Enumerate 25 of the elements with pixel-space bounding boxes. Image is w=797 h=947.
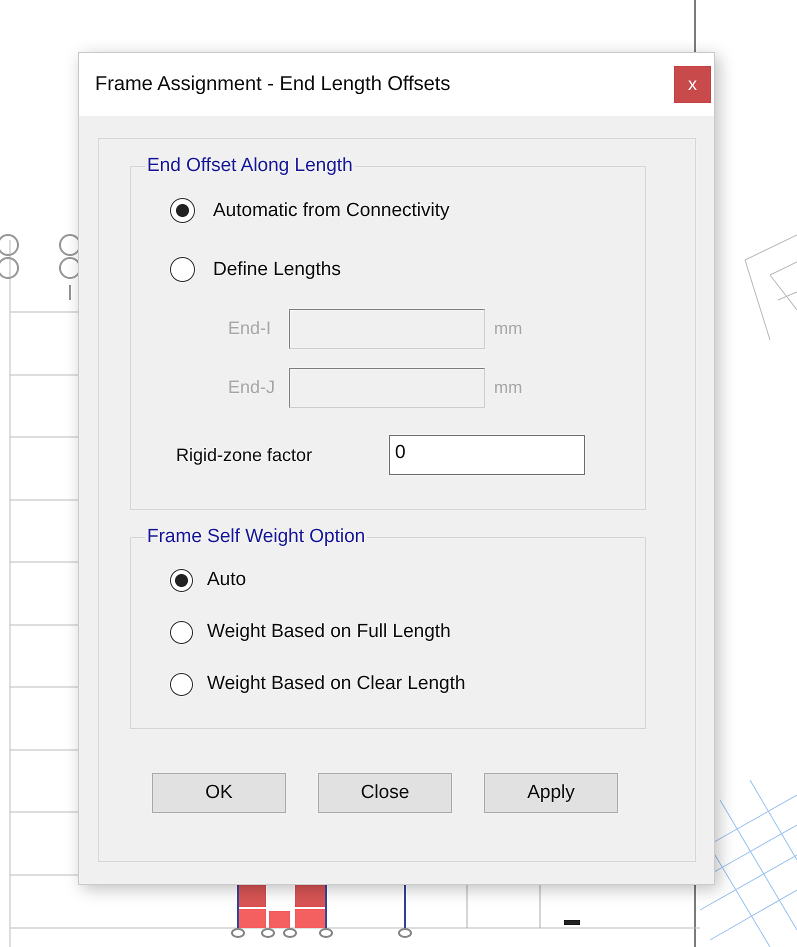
radio-label: Weight Based on Full Length (207, 621, 451, 643)
radio-button[interactable] (170, 568, 193, 592)
radio-button[interactable] (170, 257, 195, 282)
dialog-button[interactable]: Apply (484, 773, 618, 813)
field-label: End-I (227, 318, 272, 339)
field-label: End-J (227, 377, 276, 398)
group-legend: Frame Self Weight Option (145, 526, 368, 548)
field-label: Rigid-zone factor (175, 444, 314, 466)
radio-label: Weight Based on Clear Length (207, 673, 466, 695)
dialog-button[interactable]: Close (318, 773, 452, 813)
radio-button[interactable] (170, 198, 195, 223)
radio-label: Auto (207, 569, 246, 591)
window-close-button[interactable]: x (674, 66, 711, 103)
window-title: Frame Assignment - End Length Offsets (95, 73, 450, 96)
unit-label: mm (494, 378, 522, 398)
input-field[interactable]: 0 (389, 435, 585, 475)
unit-label: mm (494, 318, 522, 338)
group-legend: End Offset Along Length (145, 155, 355, 177)
dialog-button[interactable]: OK (152, 773, 286, 813)
input-field[interactable] (289, 368, 485, 408)
radio-button[interactable] (170, 620, 193, 644)
radio-label: Automatic from Connectivity (213, 200, 450, 222)
radio-label: Define Lengths (213, 258, 341, 280)
input-field[interactable] (289, 308, 485, 348)
radio-button[interactable] (170, 672, 193, 696)
